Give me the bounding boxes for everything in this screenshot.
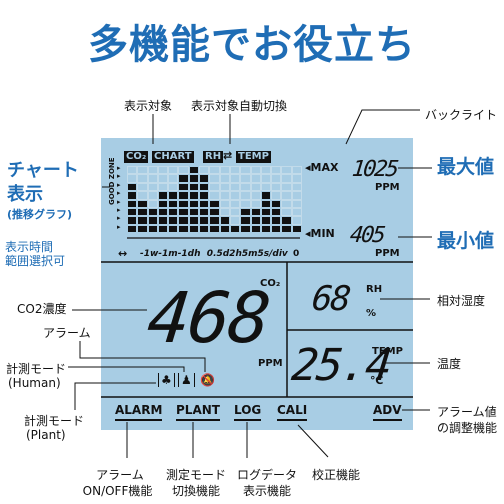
zone-arrow-icon: ▸ xyxy=(117,205,121,214)
zone-arrow-icon: ▸ xyxy=(117,197,121,206)
zone-arrow-icon: ▸ xyxy=(117,172,121,181)
zone-arrow-icon: ▸ xyxy=(117,222,121,231)
zone-arrow-icon: ▸ xyxy=(117,189,121,198)
zone-arrow-icon: ▸ xyxy=(117,214,121,223)
leader-lines xyxy=(68,109,432,458)
zone-arrow-icon: ▸ xyxy=(117,180,121,189)
zone-arrow-icon: ▸ xyxy=(117,164,121,172)
